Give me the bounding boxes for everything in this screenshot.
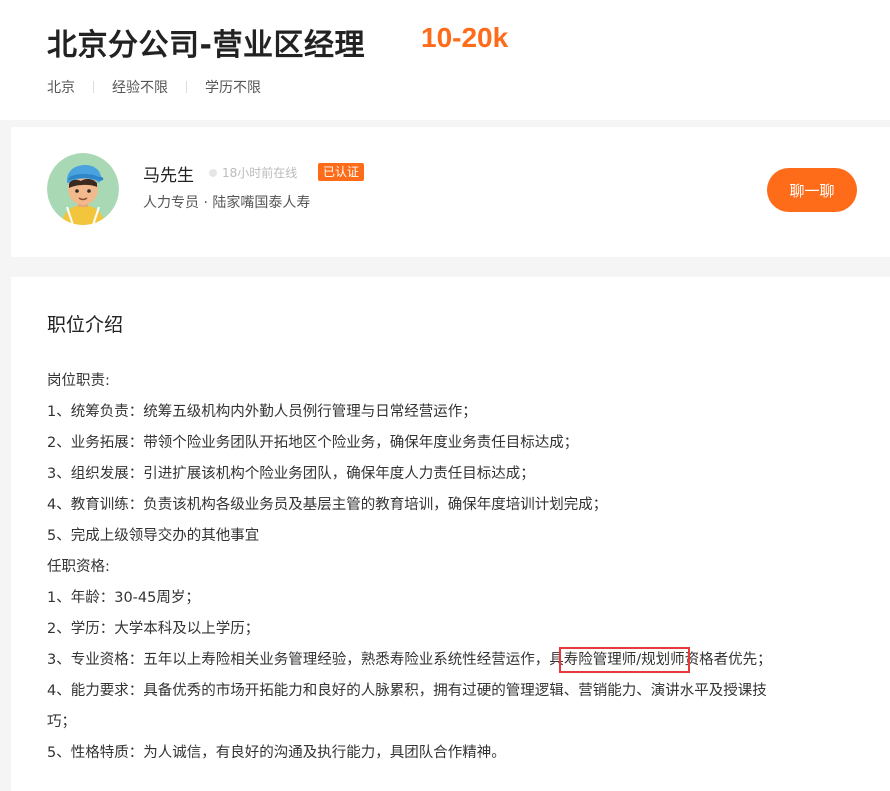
online-dot-icon — [209, 168, 217, 177]
verified-badge: 已认证 — [318, 163, 365, 181]
description-line: 5、完成上级领导交办的其他事宜 — [47, 528, 260, 544]
recruiter-card: 马先生 18小时前在线 已认证 人力专员 · 陆家嘴国泰人寿 聊一聊 — [11, 127, 890, 257]
divider — [93, 81, 94, 93]
job-description-card: 职位介绍 岗位职责: 1、统筹负责：统筹五级机构内外勤人员例行管理与日常经营运作… — [11, 277, 890, 791]
description-line: 2、业务拓展：带领个险业务团队开拓地区个险业务，确保年度业务责任目标达成； — [47, 435, 579, 451]
qual-3-text: 3、专业资格：五年以上寿险相关业务管理经验，熟悉寿险业系统性经营运作，具 — [47, 652, 564, 668]
recruiter-info: 人力专员 · 陆家嘴国泰人寿 — [143, 195, 311, 211]
description-line: 岗位职责: — [47, 373, 110, 389]
description-line: 1、年龄：30-45周岁； — [47, 590, 200, 606]
highlighted-qualification: 寿险管理师/规划师 — [558, 647, 690, 673]
description-line: 2、学历：大学本科及以上学历； — [47, 621, 260, 637]
description-line: 3、组织发展：引进扩展该机构个险业务团队，确保年度人力责任目标达成； — [47, 466, 535, 482]
salary: 10-20k — [421, 22, 509, 53]
avatar[interactable] — [47, 153, 119, 225]
tag-education: 学历不限 — [205, 80, 261, 96]
tag-city: 北京 — [47, 80, 75, 96]
job-header: 北京分公司-营业区经理 10-20k 北京 经验不限 学历不限 — [0, 0, 890, 120]
description-line: 任职资格: — [47, 559, 110, 575]
description-text: 岗位职责: 1、统筹负责：统筹五级机构内外勤人员例行管理与日常经营运作； 2、业… — [47, 366, 847, 769]
description-line: 3、专业资格：五年以上寿险相关业务管理经验，熟悉寿险业系统性经营运作，具寿险管理… — [47, 645, 847, 676]
description-line: 4、能力要求：具备优秀的市场开拓能力和良好的人脉累积，拥有过硬的管理逻辑、营销能… — [47, 683, 767, 699]
recruiter-name: 马先生 — [143, 166, 194, 186]
tag-experience: 经验不限 — [112, 80, 168, 96]
section-title: 职位介绍 — [47, 314, 124, 336]
description-line: 巧； — [47, 714, 76, 730]
online-status: 18小时前在线 — [209, 164, 297, 181]
qual-3-text-end: 资格者优先； — [684, 652, 772, 668]
divider — [186, 81, 187, 93]
description-line: 5、性格特质：为人诚信，有良好的沟通及执行能力，具团队合作精神。 — [47, 745, 506, 761]
online-status-text: 18小时前在线 — [222, 166, 298, 180]
job-tags: 北京 经验不限 学历不限 — [47, 77, 261, 97]
description-line: 1、统筹负责：统筹五级机构内外勤人员例行管理与日常经营运作； — [47, 404, 477, 420]
description-line: 4、教育训练：负责该机构各级业务员及基层主管的教育培训，确保年度培训计划完成； — [47, 497, 608, 513]
job-title: 北京分公司-营业区经理 — [47, 28, 365, 63]
chat-button[interactable]: 聊一聊 — [767, 168, 857, 212]
